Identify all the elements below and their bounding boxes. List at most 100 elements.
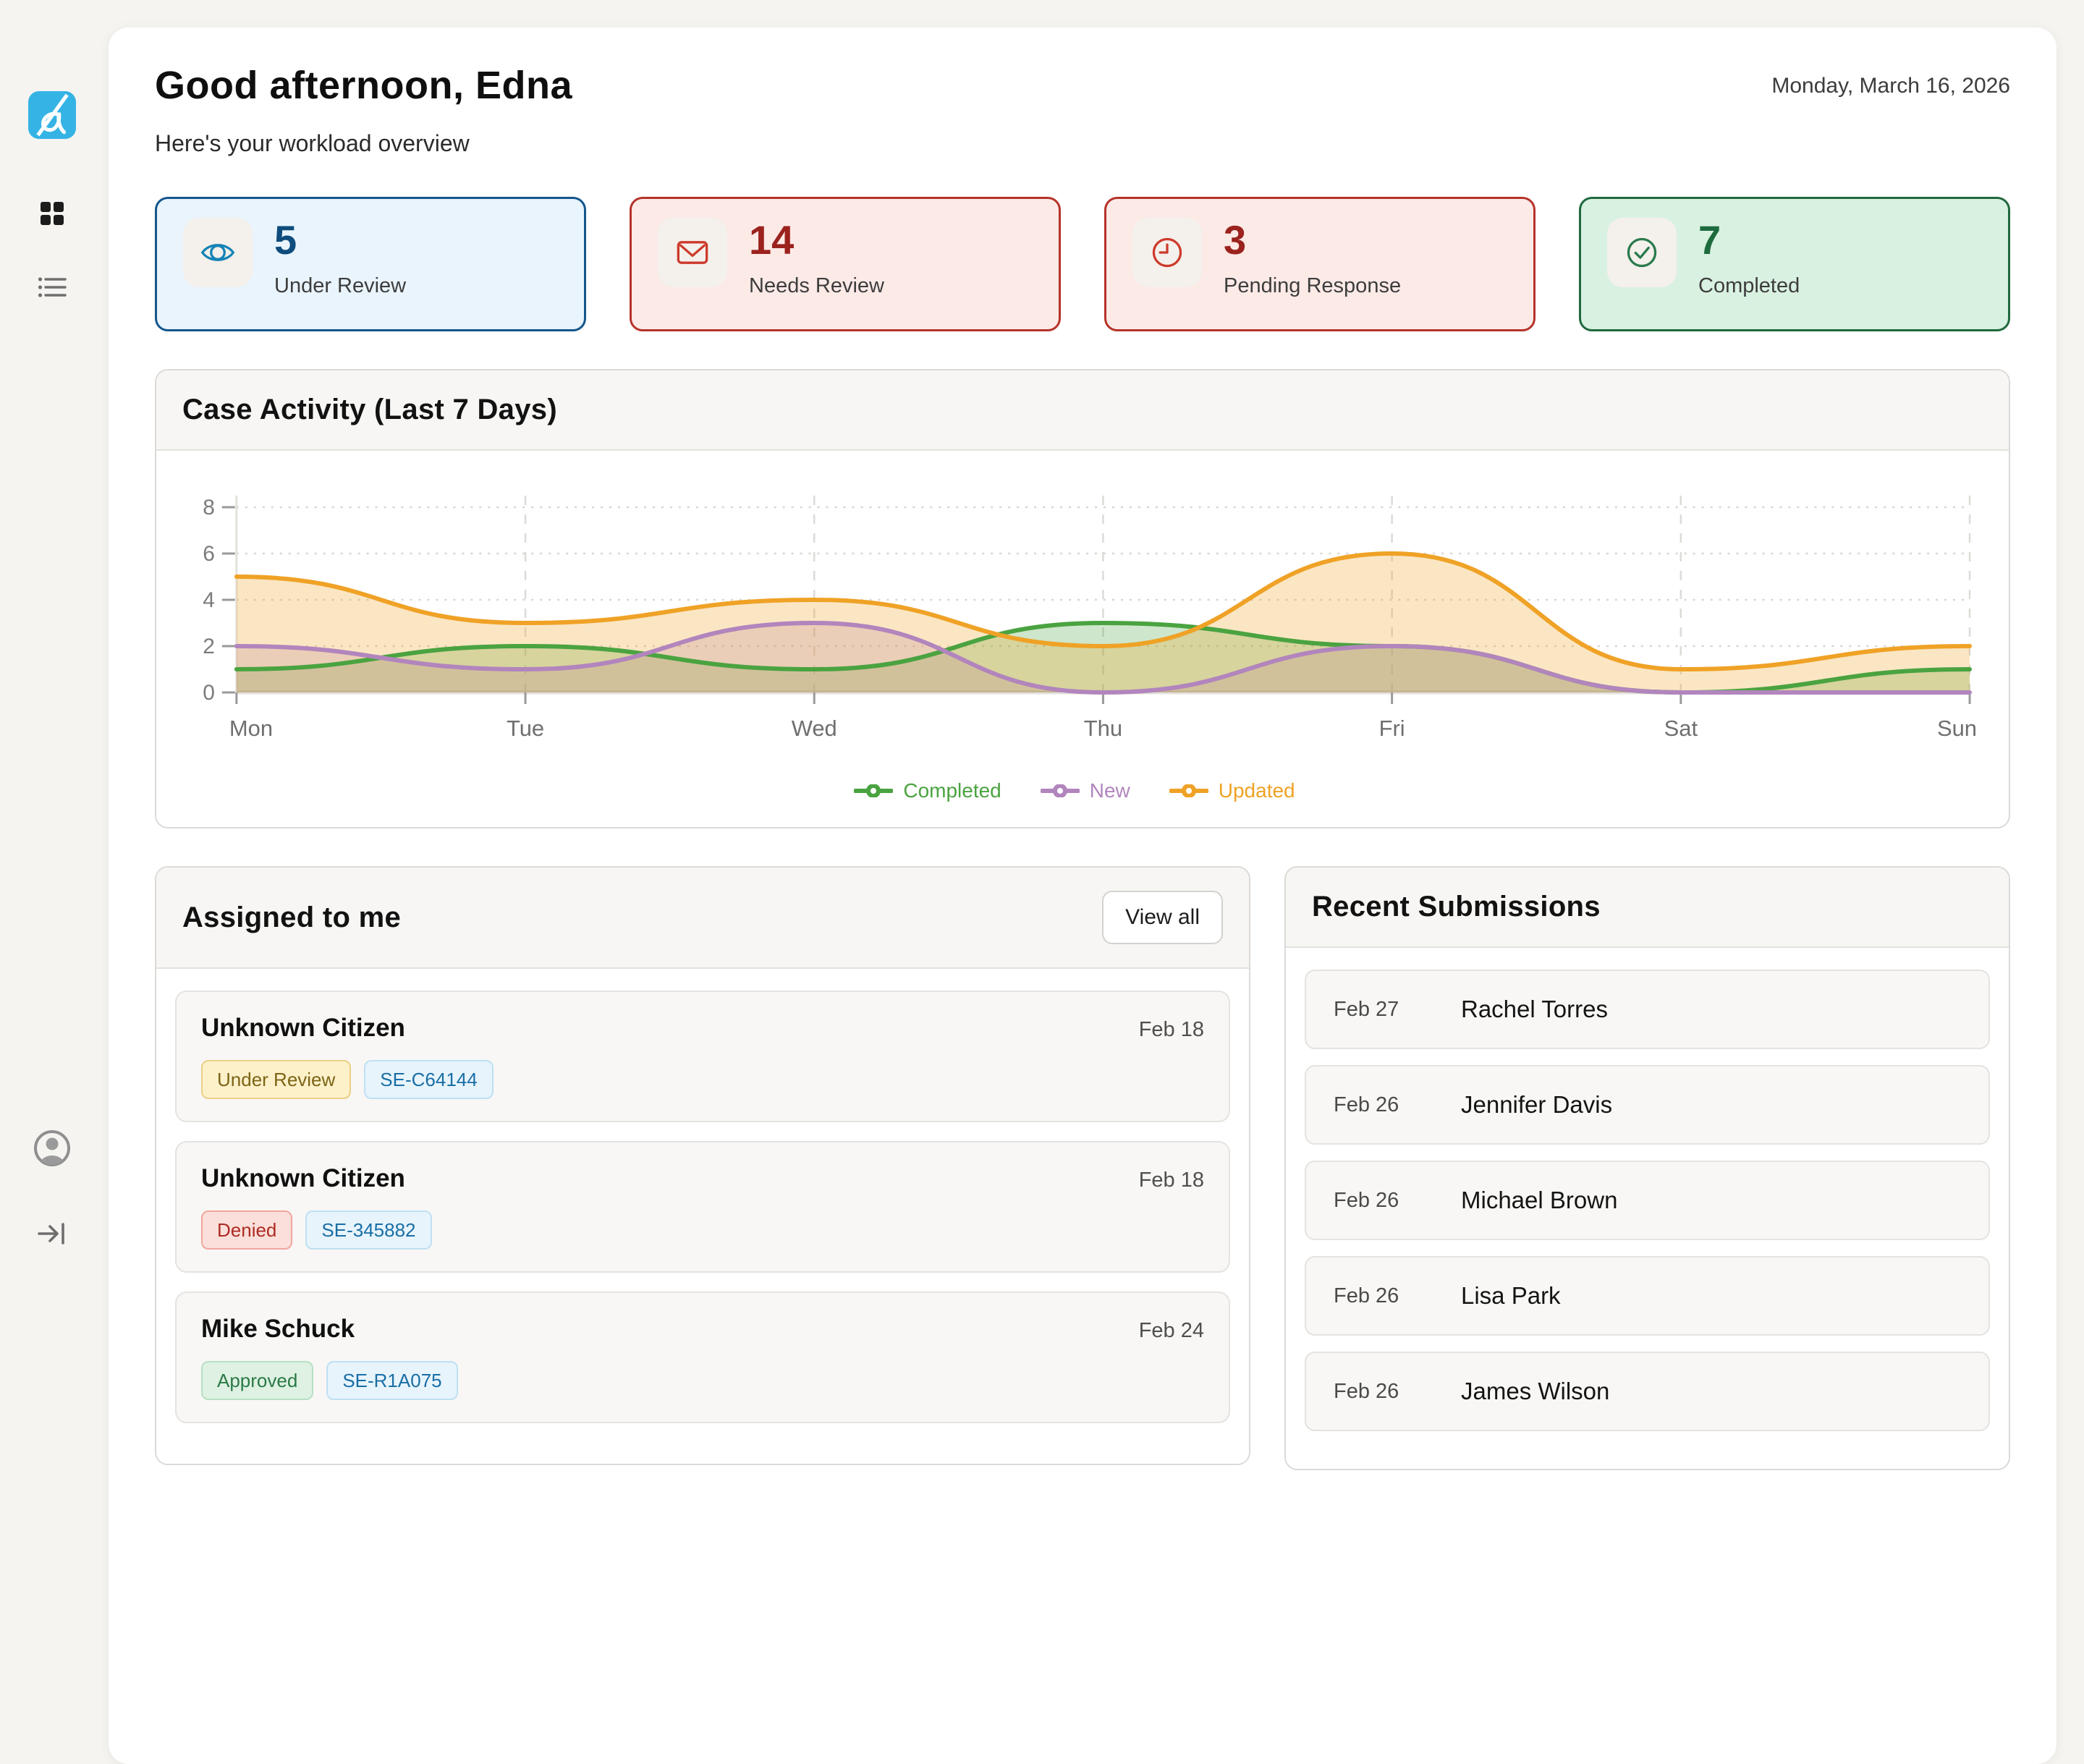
chart-legend: Completed New Updated bbox=[166, 779, 1983, 802]
case-activity-header: Case Activity (Last 7 Days) bbox=[156, 370, 2009, 451]
stat-value: 14 bbox=[749, 219, 884, 261]
recent-submissions-panel: Recent Submissions Feb 27 Rachel Torres … bbox=[1284, 866, 2010, 1470]
case-name: Unknown Citizen bbox=[201, 1164, 405, 1193]
recent-submissions-title: Recent Submissions bbox=[1312, 891, 1601, 923]
stat-card-completed[interactable]: 7 Completed bbox=[1579, 197, 2010, 331]
check-circle-icon bbox=[1625, 235, 1659, 270]
submission-date: Feb 26 bbox=[1334, 1189, 1461, 1213]
case-id-badge: SE-C64144 bbox=[364, 1060, 493, 1099]
case-id-badge: SE-R1A075 bbox=[326, 1361, 457, 1400]
stat-card-under-review[interactable]: 5 Under Review bbox=[155, 197, 586, 331]
eye-icon bbox=[200, 235, 235, 270]
stat-value: 7 bbox=[1698, 219, 1800, 261]
assigned-case-item[interactable]: Unknown Citizen Feb 18 Under Review SE-C… bbox=[175, 991, 1230, 1122]
grid-icon bbox=[40, 201, 64, 226]
svg-text:Wed: Wed bbox=[792, 716, 837, 741]
mail-icon bbox=[675, 235, 710, 270]
svg-text:Thu: Thu bbox=[1084, 716, 1122, 741]
svg-text:2: 2 bbox=[203, 635, 215, 658]
stat-label: Needs Review bbox=[749, 274, 884, 298]
recent-submission-item[interactable]: Feb 26 Jennifer Davis bbox=[1305, 1065, 1990, 1145]
page-header: Good afternoon, Edna Here's your workloa… bbox=[155, 62, 2010, 159]
stat-icon-chip bbox=[1607, 218, 1677, 287]
sidebar-item-dashboard[interactable] bbox=[24, 185, 80, 242]
legend-marker-icon bbox=[854, 784, 893, 797]
svg-text:Fri: Fri bbox=[1379, 716, 1405, 741]
legend-item-new[interactable]: New bbox=[1041, 779, 1130, 802]
stat-icon-chip bbox=[183, 218, 253, 287]
sidebar-item-profile[interactable] bbox=[20, 1116, 83, 1179]
main-panel: Good afternoon, Edna Here's your workloa… bbox=[109, 27, 2057, 1764]
case-activity-chart: 02468MonTueWedThuFriSatSun Completed New… bbox=[156, 451, 2009, 827]
app-logo[interactable] bbox=[28, 91, 76, 139]
assigned-case-item[interactable]: Mike Schuck Feb 24 Approved SE-R1A075 bbox=[175, 1292, 1230, 1423]
case-id-badge: SE-345882 bbox=[305, 1210, 431, 1250]
sidebar bbox=[0, 0, 109, 1302]
stat-card-pending-response[interactable]: 3 Pending Response bbox=[1104, 197, 1536, 331]
legend-marker-icon bbox=[1169, 784, 1208, 797]
case-name: Mike Schuck bbox=[201, 1315, 355, 1344]
status-badge: Approved bbox=[201, 1361, 313, 1400]
page-subtitle: Here's your workload overview bbox=[155, 127, 572, 159]
legend-item-updated[interactable]: Updated bbox=[1169, 779, 1295, 802]
area-chart: 02468MonTueWedThuFriSatSun bbox=[166, 483, 1983, 772]
assigned-list: Unknown Citizen Feb 18 Under Review SE-C… bbox=[156, 969, 1249, 1464]
recent-submission-item[interactable]: Feb 27 Rachel Torres bbox=[1305, 970, 1990, 1049]
svg-text:8: 8 bbox=[203, 496, 215, 520]
svg-text:Sun: Sun bbox=[1937, 716, 1977, 741]
status-badge: Under Review bbox=[201, 1060, 351, 1099]
stat-card-needs-review[interactable]: 14 Needs Review bbox=[630, 197, 1061, 331]
case-name: Unknown Citizen bbox=[201, 1014, 405, 1043]
assigned-title: Assigned to me bbox=[182, 902, 401, 934]
submission-date: Feb 27 bbox=[1334, 998, 1461, 1022]
case-date: Feb 18 bbox=[1139, 1018, 1204, 1042]
case-activity-title: Case Activity (Last 7 Days) bbox=[182, 394, 557, 426]
view-all-button[interactable]: View all bbox=[1102, 891, 1223, 944]
submission-name: Lisa Park bbox=[1461, 1282, 1561, 1310]
status-badge: Denied bbox=[201, 1210, 292, 1250]
submission-date: Feb 26 bbox=[1334, 1380, 1461, 1404]
stat-icon-chip bbox=[658, 218, 727, 287]
legend-label: New bbox=[1090, 779, 1130, 802]
stat-label: Pending Response bbox=[1224, 274, 1401, 298]
submission-name: James Wilson bbox=[1461, 1378, 1609, 1405]
bottom-row: Assigned to me View all Unknown Citizen … bbox=[155, 866, 2010, 1470]
case-activity-panel: Case Activity (Last 7 Days) 02468MonTueW… bbox=[155, 369, 2010, 828]
clock-icon bbox=[1150, 235, 1185, 270]
svg-text:0: 0 bbox=[203, 681, 215, 705]
legend-marker-icon bbox=[1041, 784, 1080, 797]
current-date: Monday, March 16, 2026 bbox=[1771, 74, 2010, 98]
page-title: Good afternoon, Edna bbox=[155, 62, 572, 109]
legend-label: Updated bbox=[1219, 779, 1295, 802]
assigned-header: Assigned to me View all bbox=[156, 868, 1249, 969]
legend-item-completed[interactable]: Completed bbox=[854, 779, 1001, 802]
assigned-case-item[interactable]: Unknown Citizen Feb 18 Denied SE-345882 bbox=[175, 1141, 1230, 1273]
stat-cards-row: 5 Under Review 14 Needs Review 3 Pending… bbox=[155, 197, 2010, 331]
sidebar-item-logout[interactable] bbox=[33, 1214, 72, 1253]
svg-text:Mon: Mon bbox=[229, 716, 273, 741]
svg-text:4: 4 bbox=[203, 588, 215, 612]
svg-text:Sat: Sat bbox=[1664, 716, 1698, 741]
recent-submission-item[interactable]: Feb 26 James Wilson bbox=[1305, 1352, 1990, 1431]
recent-submissions-header: Recent Submissions bbox=[1286, 868, 2009, 948]
recent-submission-item[interactable]: Feb 26 Michael Brown bbox=[1305, 1161, 1990, 1240]
legend-label: Completed bbox=[903, 779, 1001, 802]
user-avatar-icon bbox=[33, 1129, 71, 1167]
stat-icon-chip bbox=[1132, 218, 1202, 287]
submission-date: Feb 26 bbox=[1334, 1093, 1461, 1117]
list-icon bbox=[38, 274, 67, 300]
recent-submissions-list: Feb 27 Rachel Torres Feb 26 Jennifer Dav… bbox=[1286, 948, 2009, 1469]
sidebar-item-list[interactable] bbox=[34, 269, 70, 305]
svg-text:6: 6 bbox=[203, 542, 215, 566]
submission-name: Rachel Torres bbox=[1461, 996, 1608, 1023]
case-date: Feb 18 bbox=[1139, 1169, 1204, 1192]
recent-submission-item[interactable]: Feb 26 Lisa Park bbox=[1305, 1256, 1990, 1336]
submission-date: Feb 26 bbox=[1334, 1284, 1461, 1308]
assigned-panel: Assigned to me View all Unknown Citizen … bbox=[155, 866, 1250, 1465]
stat-value: 5 bbox=[274, 219, 406, 261]
logout-arrow-icon bbox=[37, 1220, 67, 1247]
case-date: Feb 24 bbox=[1139, 1319, 1204, 1343]
stat-label: Completed bbox=[1698, 274, 1800, 298]
logo-a-icon bbox=[28, 91, 76, 139]
submission-name: Jennifer Davis bbox=[1461, 1091, 1612, 1119]
